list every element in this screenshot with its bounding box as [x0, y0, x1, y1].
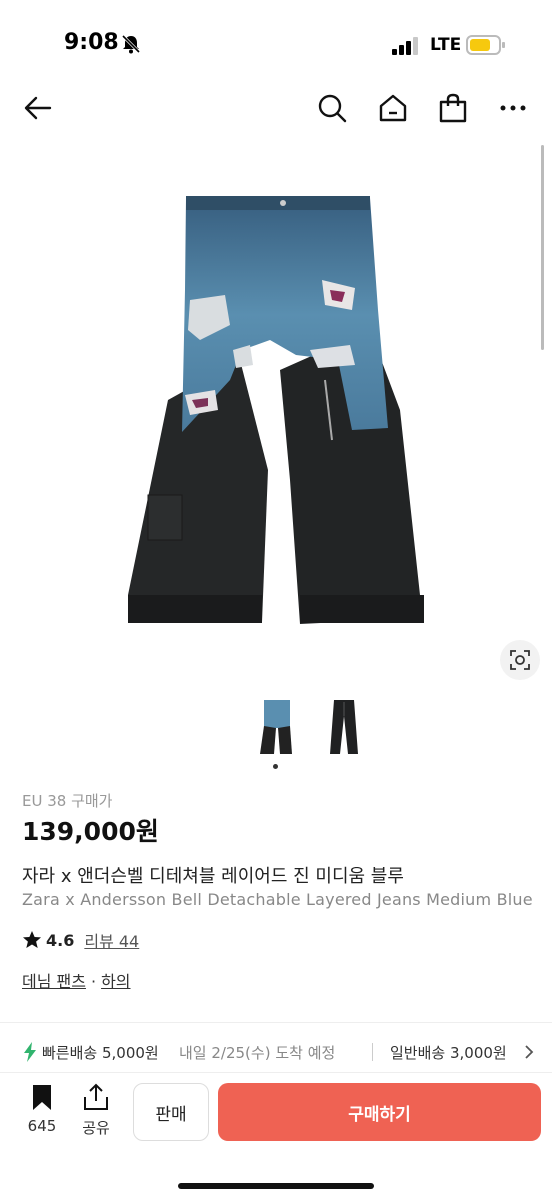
bottom-action-bar: 645 공유 판매 구매하기: [0, 1072, 552, 1200]
share-label: 공유: [82, 1119, 110, 1137]
rating-score: 4.6: [46, 930, 75, 950]
carousel-dot: [273, 764, 278, 769]
category-breadcrumb: 데님 팬츠 · 하의: [22, 968, 131, 992]
buy-button[interactable]: 구매하기: [218, 1083, 541, 1141]
bookmark-count: 645: [27, 1117, 57, 1135]
battery-icon: [466, 35, 505, 55]
normal-delivery-label: 일반배송 3,000원: [390, 1044, 507, 1062]
delivery-row[interactable]: 빠른배송 5,000원 내일 2/25(수) 도착 예정 일반배송 3,000원: [22, 1040, 542, 1064]
bell-slash-icon: [121, 34, 141, 54]
thumbnail-2[interactable]: [324, 698, 364, 756]
search-icon[interactable]: [316, 92, 348, 124]
rating-row: 4.6 리뷰 44: [22, 928, 139, 952]
sell-button[interactable]: 판매: [133, 1083, 209, 1141]
top-nav: [0, 80, 552, 136]
status-time: 9:08: [64, 30, 119, 55]
arrow-left-icon[interactable]: [22, 92, 54, 124]
more-horizontal-icon[interactable]: [497, 92, 529, 124]
category-sub-link[interactable]: 하의: [101, 972, 130, 991]
bookmark-icon: [33, 1085, 51, 1110]
bookmark-button[interactable]: 645: [22, 1083, 62, 1135]
fast-delivery-eta: 내일 2/25(수) 도착 예정: [179, 1044, 336, 1062]
home-indicator: [178, 1183, 374, 1189]
delivery-separator: [372, 1043, 373, 1061]
price: 139,000원: [22, 817, 159, 846]
shopping-bag-icon[interactable]: [437, 92, 469, 124]
signal-icon: [392, 37, 418, 55]
lens-search-button[interactable]: [500, 640, 540, 680]
review-link[interactable]: 리뷰 44: [84, 928, 139, 952]
network-label: LTE: [430, 35, 462, 55]
share-icon: [84, 1083, 108, 1110]
product-title-ko: 자라 x 앤더슨벨 디테쳐블 레이어드 진 미디움 블루: [22, 866, 404, 887]
chevron-right-icon: [525, 1045, 534, 1059]
product-title-en: Zara x Andersson Bell Detachable Layered…: [22, 890, 533, 909]
thumbnail-1[interactable]: [256, 698, 296, 756]
share-button[interactable]: 공유: [76, 1083, 116, 1138]
status-bar: 9:08 LTE: [0, 0, 552, 90]
category-main-link[interactable]: 데님 팬츠: [22, 972, 86, 991]
fast-delivery-label: 빠른배송 5,000원: [42, 1044, 159, 1062]
lens-icon: [510, 650, 530, 670]
product-image: [128, 196, 424, 624]
divider: [0, 1022, 552, 1023]
thumbnail-list: [0, 698, 552, 758]
size-price-label: EU 38 구매가: [22, 792, 113, 810]
category-separator: ·: [90, 972, 97, 991]
star-icon: [23, 931, 41, 948]
product-image-carousel[interactable]: [0, 140, 552, 688]
lightning-icon: [24, 1042, 36, 1062]
home-icon[interactable]: [377, 92, 409, 124]
scroll-indicator: [541, 145, 544, 350]
